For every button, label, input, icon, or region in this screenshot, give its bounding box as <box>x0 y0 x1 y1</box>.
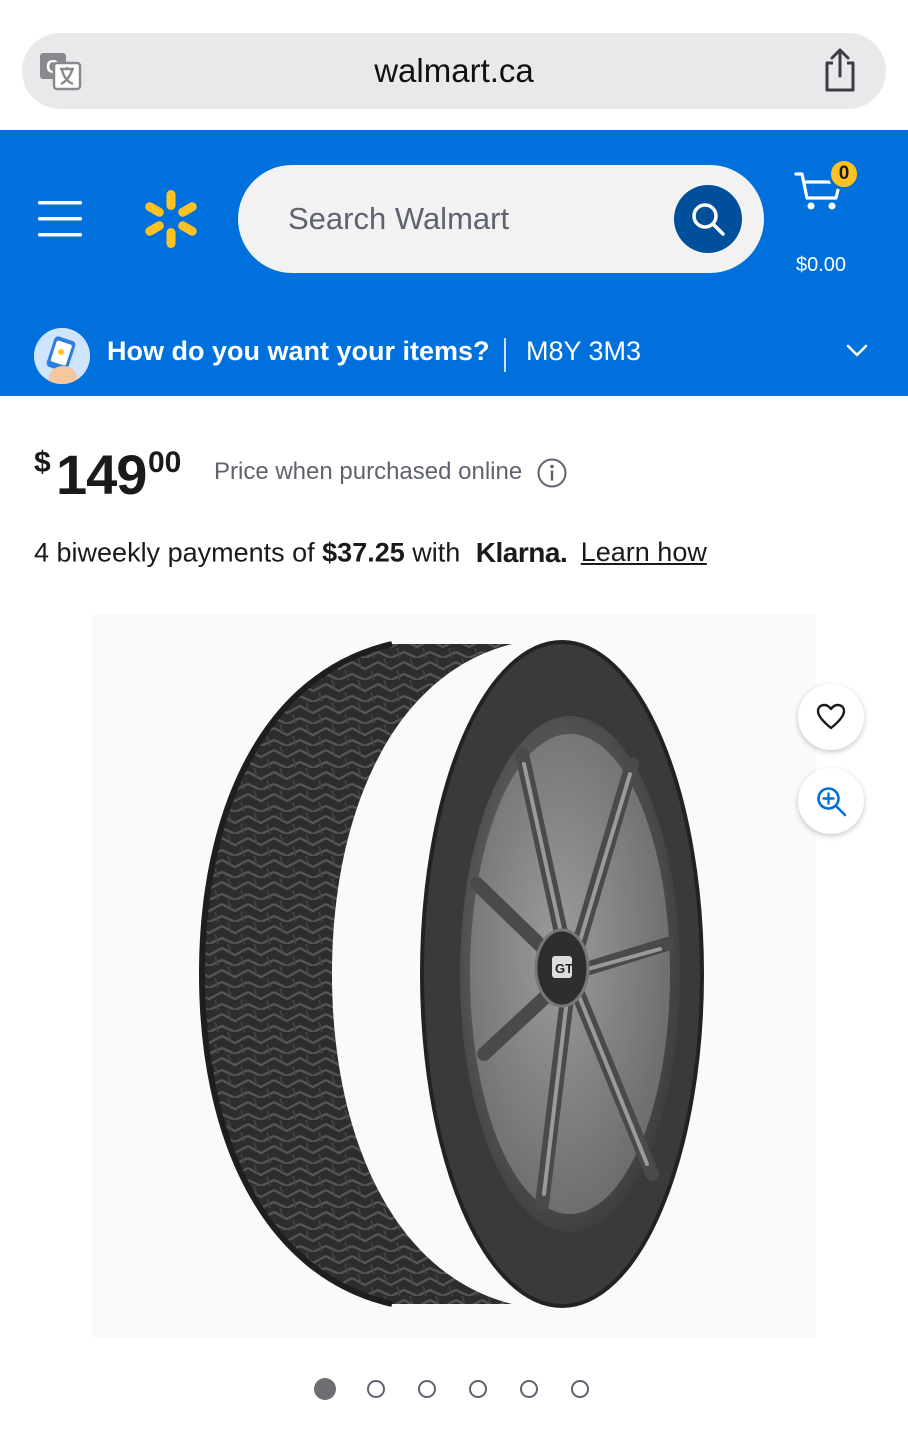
zoom-button[interactable] <box>798 768 864 834</box>
url-text: walmart.ca <box>374 52 534 89</box>
site-header: 0 $0.00 How do you want your items? M8Y … <box>0 130 908 396</box>
learn-how-link[interactable]: Learn how <box>581 537 707 567</box>
carousel-dot[interactable] <box>520 1380 538 1398</box>
address-bar[interactable]: G walmart.ca <box>22 33 886 109</box>
fulfillment-question: How do you want your items? <box>107 336 490 366</box>
share-icon[interactable] <box>820 47 860 93</box>
svg-text:GT: GT <box>555 961 573 976</box>
zoom-in-icon <box>817 787 847 817</box>
klarna-financing: 4 biweekly payments of $37.25 with Klarn… <box>34 536 894 580</box>
cart-button[interactable]: 0 $0.00 <box>788 158 860 276</box>
cart-total: $0.00 <box>796 254 847 276</box>
fulfillment-selector[interactable]: How do you want your items? M8Y 3M3 <box>0 320 908 396</box>
heart-icon <box>816 703 846 730</box>
divider <box>504 338 506 372</box>
cart-count-badge: 0 <box>828 158 860 190</box>
price-dollars: 149 <box>56 443 147 506</box>
menu-icon[interactable] <box>36 198 84 240</box>
image-carousel-dots <box>314 1378 604 1402</box>
carousel-dot[interactable] <box>571 1380 589 1398</box>
carousel-dot[interactable] <box>418 1380 436 1398</box>
price-cents: 00 <box>148 446 182 479</box>
price-block: $ 149 00 Price when purchased online <box>34 438 894 508</box>
klarna-amount: $37.25 <box>322 537 405 568</box>
search-icon <box>692 203 725 236</box>
postal-code: M8Y 3M3 <box>526 336 642 366</box>
info-icon[interactable] <box>536 457 568 489</box>
product-image[interactable]: GT <box>92 614 816 1338</box>
chevron-down-icon[interactable] <box>846 344 868 358</box>
search-bar <box>238 165 764 273</box>
walmart-spark-icon[interactable] <box>140 188 202 250</box>
browser-toolbar: G walmart.ca <box>0 0 908 130</box>
klarna-logo: Klarna. <box>475 536 568 568</box>
favorite-button[interactable] <box>798 684 864 750</box>
carousel-dot[interactable] <box>469 1380 487 1398</box>
search-input[interactable] <box>288 165 668 273</box>
carousel-dot[interactable] <box>367 1380 385 1398</box>
klarna-with: with <box>412 537 461 568</box>
carousel-dot[interactable] <box>314 1378 336 1400</box>
klarna-prefix: 4 biweekly payments of <box>34 537 315 568</box>
search-button[interactable] <box>674 185 742 253</box>
price-note: Price when purchased online <box>214 458 523 485</box>
price-currency: $ <box>34 446 51 479</box>
delivery-avatar <box>34 328 90 384</box>
